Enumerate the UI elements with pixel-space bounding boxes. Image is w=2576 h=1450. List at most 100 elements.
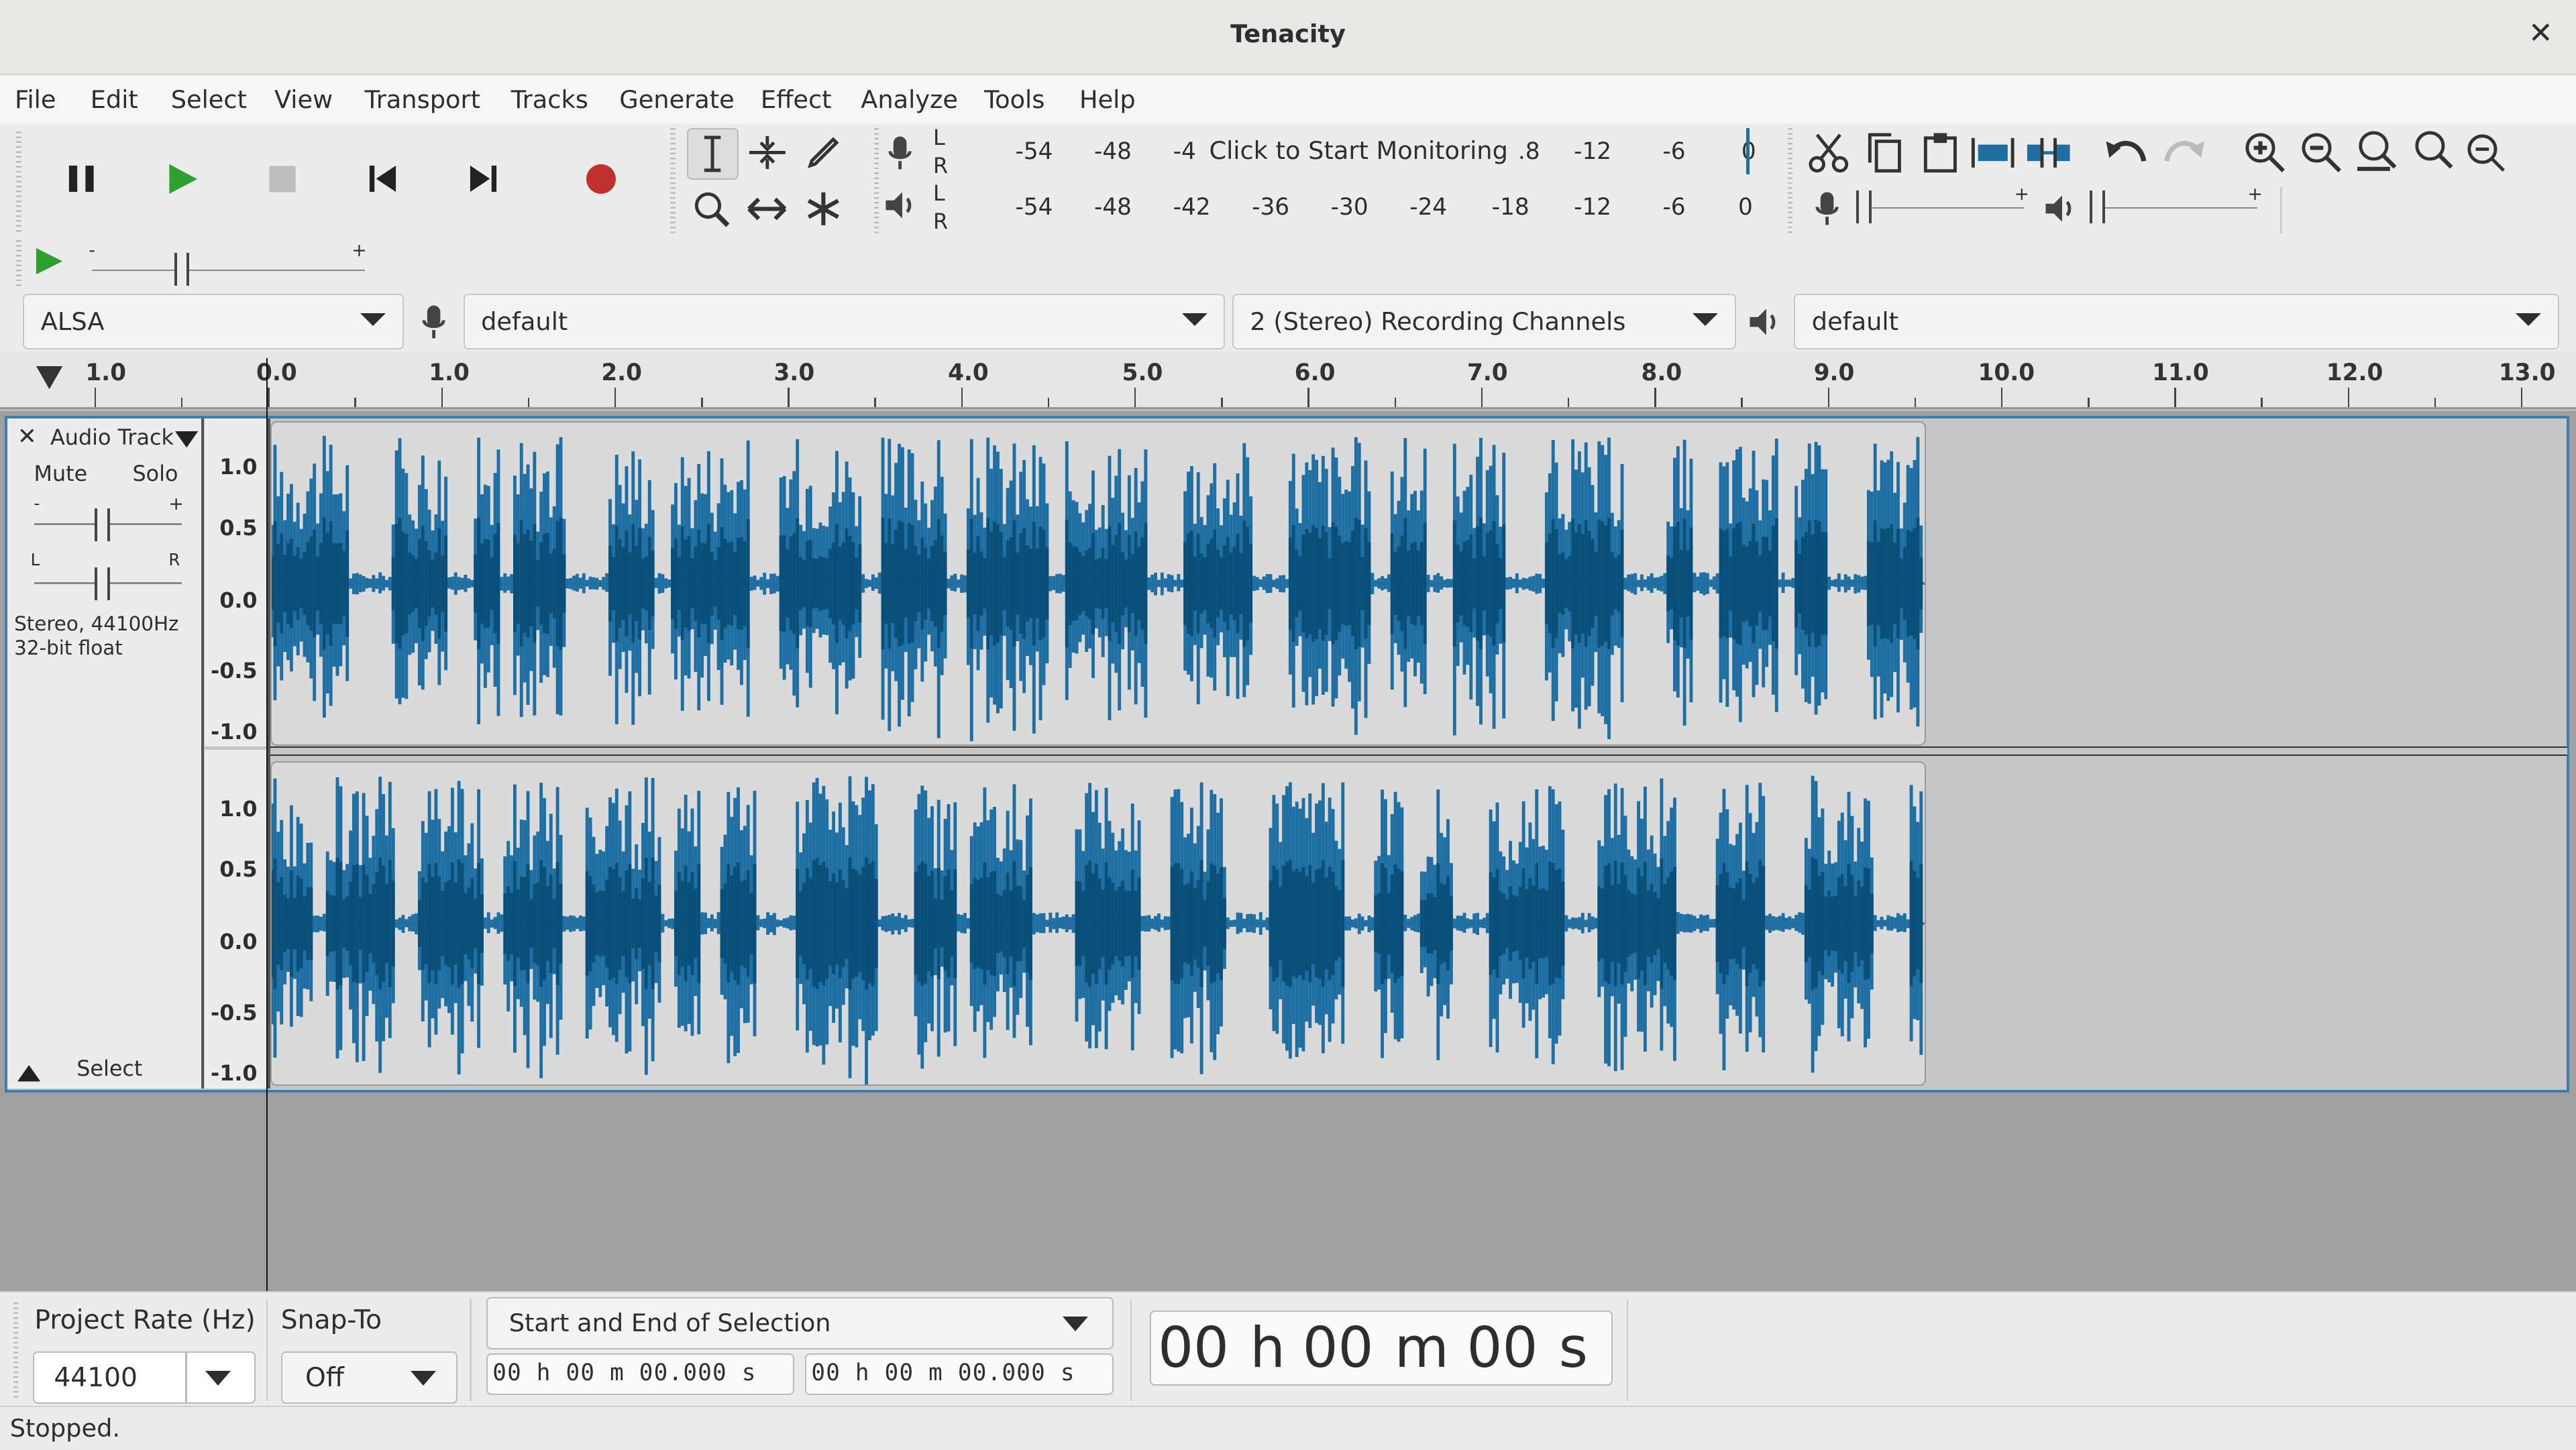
selection-toolbar: Project Rate (Hz) 44100 Snap-To Off Star… [0, 1290, 2576, 1408]
toolbar-grip[interactable] [1787, 187, 1792, 233]
menu-edit[interactable]: Edit [91, 85, 138, 114]
undo-button[interactable] [2103, 128, 2152, 177]
toolbar-grip[interactable] [16, 239, 21, 289]
timeline-ruler[interactable]: 1.0 0.0 1.0 2.0 3.0 4.0 5.0 6.0 7.0 8.0 … [0, 351, 2576, 410]
toolbar-area: L R -54 -48 -4 Click to Start Monitoring… [0, 125, 2576, 294]
audio-host-select[interactable]: ALSA [23, 294, 404, 349]
selection-end-time[interactable]: 00 h 00 m 00.000 s [805, 1353, 1114, 1396]
pause-button[interactable] [38, 135, 126, 223]
ruler-label: 5.0 [1122, 359, 1163, 387]
toolbar-grip[interactable] [13, 1302, 18, 1398]
envelope-tool[interactable] [743, 128, 792, 177]
playback-device-select[interactable]: default [1794, 294, 2559, 349]
cut-button[interactable] [1804, 128, 1853, 177]
recording-device-select[interactable]: default [463, 294, 1226, 349]
play-icon [169, 164, 197, 194]
selection-mode-select[interactable]: Start and End of Selection [486, 1297, 1114, 1349]
silence-button[interactable] [2024, 128, 2073, 177]
menu-file[interactable]: File [15, 85, 56, 114]
play-button[interactable] [138, 135, 227, 223]
menu-select[interactable]: Select [171, 85, 247, 114]
recording-volume-slider[interactable] [1860, 207, 2025, 209]
track-area[interactable]: ✕ Audio Track Mute Solo - + L R Stereo, … [0, 410, 2576, 1291]
time-shift-tool[interactable] [743, 184, 792, 233]
zoom-in-button[interactable] [2241, 128, 2290, 177]
audio-host-value: ALSA [40, 306, 105, 336]
copy-button[interactable] [1860, 128, 1909, 177]
menu-generate[interactable]: Generate [619, 85, 735, 114]
meter-tick-label: .8 [1517, 137, 1540, 165]
zoom-toggle-button[interactable] [2461, 128, 2510, 177]
menu-effect[interactable]: Effect [761, 85, 832, 114]
track-format-rate: Stereo, 44100Hz [14, 612, 179, 635]
audio-clip-right-channel[interactable] [270, 761, 1926, 1086]
menu-tools[interactable]: Tools [984, 85, 1044, 114]
menu-transport[interactable]: Transport [365, 85, 480, 114]
mute-button[interactable]: Mute [34, 461, 88, 486]
solo-button[interactable]: Solo [132, 461, 178, 486]
channel-right-scale: 1.0 0.5 0.0 -0.5 -1.0 [205, 750, 268, 1089]
track-select-button[interactable]: Select [76, 1056, 142, 1081]
snap-to-select[interactable]: Off [280, 1351, 458, 1404]
toolbar-grip[interactable] [16, 131, 21, 233]
skip-start-button[interactable] [338, 135, 427, 223]
play-speed-slider[interactable] [92, 269, 365, 272]
i-beam-icon [704, 135, 721, 172]
silence-audio-icon [2027, 137, 2070, 168]
ruler-label: 3.0 [773, 359, 815, 387]
audio-clip-left-channel[interactable] [270, 421, 1926, 746]
track-close-icon[interactable]: ✕ [17, 423, 37, 450]
draw-tool[interactable] [798, 128, 847, 177]
record-meter[interactable]: -54 -48 -4 Click to Start Monitoring .8 … [956, 133, 1762, 173]
selection-tool[interactable] [686, 128, 739, 180]
play-speed-thumb[interactable] [174, 253, 190, 286]
menu-view[interactable]: View [274, 85, 333, 114]
playback-meter[interactable]: -54 -48 -42 -36 -30 -24 -18 -12 -6 0 [956, 188, 1762, 229]
menu-bar: File Edit Select View Transport Tracks G… [0, 75, 2576, 123]
slider-minus: - [89, 239, 95, 261]
magnifier-icon [694, 192, 730, 227]
play-icon [36, 247, 63, 274]
skip-end-button[interactable] [439, 135, 527, 223]
fit-selection-button[interactable] [2353, 128, 2402, 177]
playback-volume-slider[interactable] [2093, 207, 2257, 209]
stop-button[interactable] [238, 135, 327, 223]
timeline-menu-icon[interactable] [36, 366, 63, 390]
ruler-tick [2174, 387, 2176, 408]
trim-button[interactable] [1968, 128, 2017, 177]
menu-help[interactable]: Help [1079, 85, 1136, 114]
recording-volume-thumb[interactable] [1856, 190, 1872, 224]
click-to-start-monitoring[interactable]: Click to Start Monitoring [1209, 136, 1507, 165]
recording-channels-select[interactable]: 2 (Stereo) Recording Channels [1232, 294, 1736, 349]
zoom-tool[interactable] [687, 184, 736, 233]
meter-tick-label: -42 [1173, 193, 1211, 221]
track-control-panel[interactable]: ✕ Audio Track Mute Solo - + L R Stereo, … [7, 418, 205, 1089]
track-name[interactable]: Audio Track [50, 425, 174, 450]
multi-tool[interactable] [798, 184, 847, 233]
audio-track[interactable]: ✕ Audio Track Mute Solo - + L R Stereo, … [5, 415, 2570, 1093]
gain-thumb[interactable] [95, 508, 110, 542]
toolbar-grip[interactable] [873, 128, 879, 233]
project-rate-select[interactable]: 44100 [32, 1351, 256, 1404]
playback-volume-thumb[interactable] [2090, 190, 2105, 224]
pan-thumb[interactable] [95, 567, 110, 601]
ruler-label: 2.0 [601, 359, 643, 387]
slider-plus: + [352, 239, 367, 261]
scale-label: -0.5 [210, 658, 258, 684]
close-icon[interactable]: ✕ [2528, 16, 2553, 50]
device-toolbar: ALSA default 2 (Stereo) Recording Channe… [0, 294, 2576, 350]
scale-label: -1.0 [210, 718, 258, 744]
audio-position-time[interactable]: 00 h 00 m 00 s [1150, 1310, 1613, 1386]
selection-start-time[interactable]: 00 h 00 m 00.000 s [486, 1353, 795, 1396]
fit-project-button[interactable] [2408, 128, 2457, 177]
record-button[interactable] [557, 135, 645, 223]
play-at-speed-button[interactable] [33, 245, 69, 281]
paste-button[interactable] [1916, 128, 1965, 177]
track-menu-icon[interactable] [175, 431, 199, 448]
toolbar-grip[interactable] [670, 128, 676, 233]
menu-analyze[interactable]: Analyze [861, 85, 958, 114]
collapse-icon[interactable] [17, 1065, 41, 1082]
menu-tracks[interactable]: Tracks [511, 85, 588, 114]
zoom-out-button[interactable] [2297, 128, 2346, 177]
toolbar-grip[interactable] [1787, 128, 1792, 184]
